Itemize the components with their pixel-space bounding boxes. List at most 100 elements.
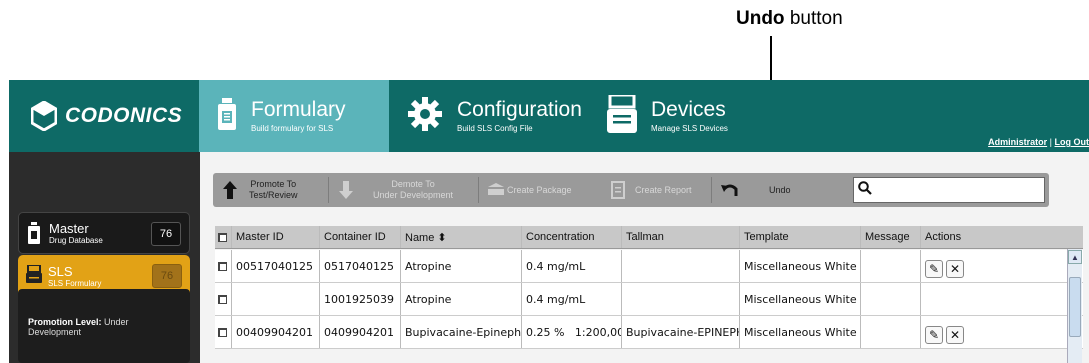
- arrow-down-icon: [335, 179, 357, 201]
- sidebar-item-master[interactable]: Master Drug Database 76: [18, 212, 190, 254]
- column-header-name[interactable]: Name ⬍: [401, 226, 522, 248]
- codonics-logo: CODONICS: [9, 80, 199, 152]
- column-header-container-id[interactable]: Container ID: [320, 226, 401, 248]
- cell-concentration: 0.4 mg/mL: [522, 283, 622, 315]
- row-checkbox-cell: [215, 250, 232, 282]
- cell-concentration: 0.4 mg/mL: [522, 250, 622, 282]
- create-report-label: Create Report: [635, 184, 692, 195]
- edit-pencil-icon[interactable]: ✎: [925, 260, 943, 278]
- table-row[interactable]: 1001925039 Atropine 0.4 mg/mL Miscellane…: [215, 283, 1083, 316]
- row-checkbox-cell: [215, 283, 232, 315]
- cell-actions: ✎ ✕: [921, 316, 1083, 348]
- cell-container-id: 1001925039: [320, 283, 401, 315]
- callout-label: Undo button: [736, 8, 843, 30]
- administrator-link[interactable]: Administrator: [988, 137, 1047, 147]
- toolbar-divider: [478, 177, 479, 203]
- promote-line1: Promote To: [250, 179, 297, 189]
- edit-pencil-icon[interactable]: ✎: [925, 326, 943, 344]
- delete-x-icon[interactable]: ✕: [946, 326, 964, 344]
- table-row[interactable]: 00409904201 0409904201 Bupivacaine-Epine…: [215, 316, 1083, 349]
- table-header: Master ID Container ID Name ⬍ Concentrat…: [215, 226, 1083, 249]
- cell-tallman: [622, 283, 740, 315]
- main-panel: Promote To Test/Review Demote To Under D…: [200, 152, 1089, 363]
- scrollbar-thumb[interactable]: [1069, 277, 1081, 337]
- tab-devices-title: Devices: [651, 98, 726, 121]
- sls-count-badge: 76: [152, 264, 182, 288]
- column-header-message[interactable]: Message: [861, 226, 921, 248]
- scroll-up-arrow-icon[interactable]: ▲: [1068, 250, 1082, 264]
- tab-formulary[interactable]: Formulary Build formulary for SLS: [199, 80, 389, 152]
- promote-line2: Test/Review: [249, 190, 298, 200]
- create-package-button[interactable]: Create Package: [485, 173, 597, 207]
- row-checkbox[interactable]: [218, 261, 227, 271]
- sls-device-icon: [26, 264, 42, 287]
- toolbar: Promote To Test/Review Demote To Under D…: [213, 173, 1049, 207]
- master-count-badge: 76: [151, 222, 181, 246]
- toolbar-divider: [711, 177, 712, 203]
- logo-text: CODONICS: [65, 104, 183, 127]
- select-all-checkbox-cell: [215, 226, 232, 248]
- row-checkbox[interactable]: [218, 327, 227, 337]
- sidebar-item-master-title: Master: [49, 220, 89, 236]
- column-header-concentration[interactable]: Concentration: [522, 226, 622, 248]
- row-checkbox-cell: [215, 316, 232, 348]
- select-all-checkbox[interactable]: [218, 232, 227, 242]
- cell-template: Miscellaneous White L: [740, 283, 861, 315]
- cell-name: Atropine: [401, 250, 522, 282]
- vertical-scrollbar[interactable]: ▲: [1067, 249, 1082, 363]
- undo-button[interactable]: Undo: [719, 173, 819, 207]
- cell-message: [861, 316, 921, 348]
- demote-button[interactable]: Demote To Under Development: [335, 173, 471, 207]
- printer-device-icon: [607, 93, 637, 138]
- promotion-level-panel: Promotion Level: Under Development: [18, 289, 190, 363]
- toolbar-divider: [328, 177, 329, 203]
- demote-line2: Under Development: [373, 190, 454, 200]
- cell-master-id: 00409904201: [232, 316, 320, 348]
- tab-configuration-subtitle: Build SLS Config File: [457, 124, 533, 133]
- search-icon: [858, 180, 872, 200]
- table-row[interactable]: 00517040125 0517040125 Atropine 0.4 mg/m…: [215, 250, 1083, 283]
- arrow-up-icon: [219, 179, 241, 201]
- logout-link[interactable]: Log Out: [1055, 137, 1089, 147]
- tab-formulary-subtitle: Build formulary for SLS: [251, 124, 334, 133]
- gear-icon: [407, 96, 443, 137]
- column-header-master-id[interactable]: Master ID: [232, 226, 320, 248]
- cell-message: [861, 250, 921, 282]
- undo-arrow-icon: [719, 179, 741, 201]
- cell-actions: [921, 283, 1083, 315]
- bottle-icon: [217, 97, 237, 135]
- promotion-level-label: Promotion Level:: [28, 317, 102, 327]
- cell-concentration: 0.25 % 1:200,00: [522, 316, 622, 348]
- codonics-logo-icon: [30, 100, 58, 132]
- promote-button[interactable]: Promote To Test/Review: [219, 173, 319, 207]
- cell-name: Bupivacaine-Epinephr: [401, 316, 522, 348]
- tab-configuration[interactable]: Configuration Build SLS Config File: [389, 80, 589, 152]
- sidebar-item-master-subtitle: Drug Database: [49, 235, 103, 245]
- column-header-tallman[interactable]: Tallman: [622, 226, 740, 248]
- cell-message: [861, 283, 921, 315]
- cell-master-id: 00517040125: [232, 250, 320, 282]
- tab-devices[interactable]: Devices Manage SLS Devices: [589, 80, 769, 152]
- demote-line1: Demote To: [391, 179, 435, 189]
- row-checkbox[interactable]: [218, 294, 227, 304]
- tab-formulary-title: Formulary: [251, 98, 346, 121]
- cell-container-id: 0409904201: [320, 316, 401, 348]
- create-package-label: Create Package: [507, 184, 572, 195]
- cell-container-id: 0517040125: [320, 250, 401, 282]
- bottle-icon: [27, 222, 41, 244]
- cell-template: Miscellaneous White (: [740, 316, 861, 348]
- search-box: [853, 177, 1045, 203]
- tab-configuration-title: Configuration: [457, 98, 582, 121]
- column-header-actions: Actions: [925, 231, 962, 243]
- tab-devices-subtitle: Manage SLS Devices: [651, 124, 728, 133]
- column-header-template[interactable]: Template: [740, 226, 861, 248]
- cell-name: Atropine: [401, 283, 522, 315]
- search-input[interactable]: [876, 184, 1036, 196]
- create-report-button[interactable]: Create Report: [607, 173, 707, 207]
- delete-x-icon[interactable]: ✕: [946, 260, 964, 278]
- package-icon: [485, 179, 507, 201]
- cell-actions: ✎ ✕: [921, 250, 1083, 282]
- undo-label: Undo: [769, 184, 791, 195]
- link-separator: |: [1049, 137, 1052, 147]
- sidebar-item-sls-subtitle: SLS Formulary: [48, 278, 102, 288]
